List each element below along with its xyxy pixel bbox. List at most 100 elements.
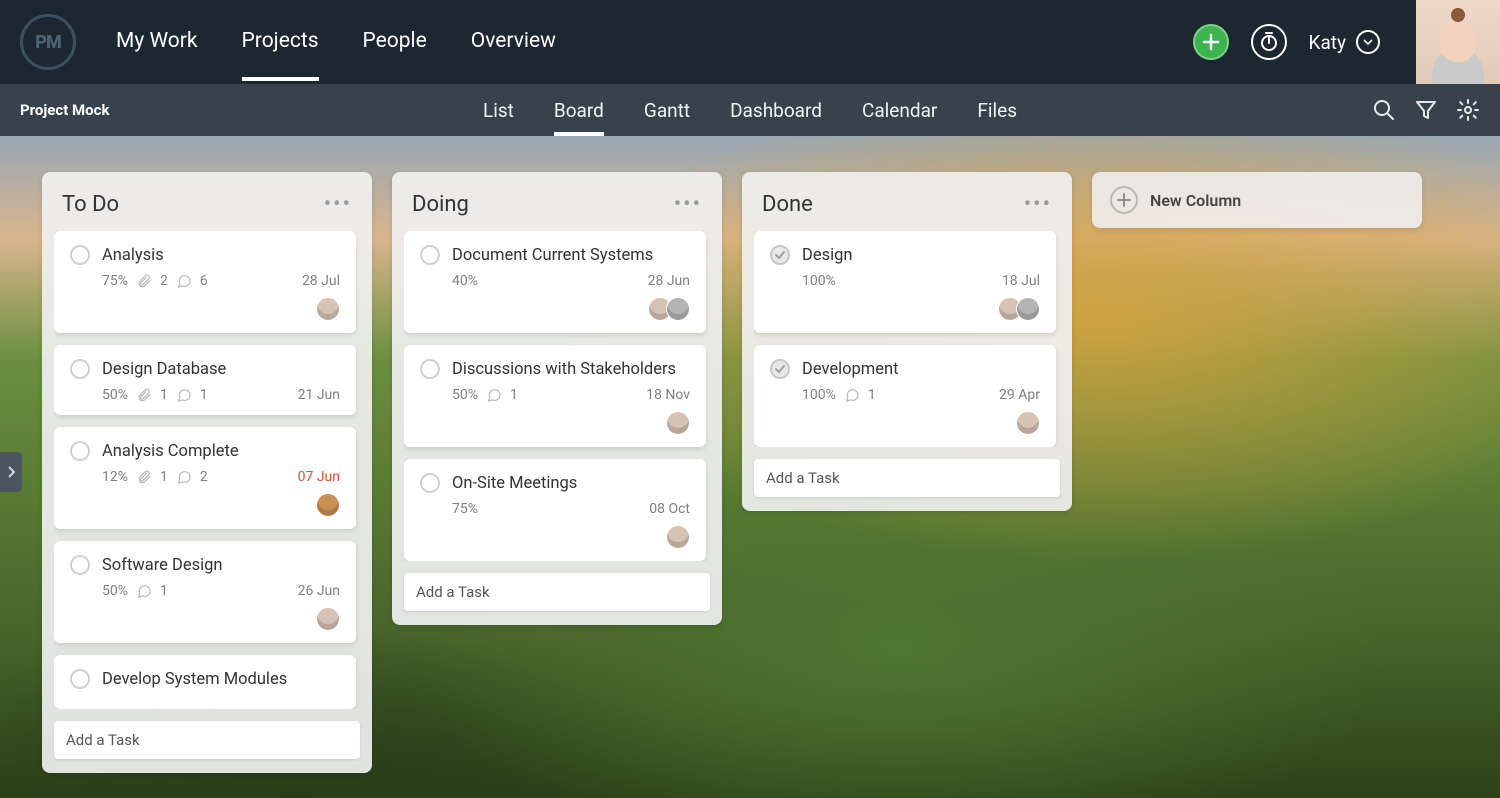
assignee-avatar <box>1016 297 1040 321</box>
task-percent: 50% <box>102 583 128 599</box>
plus-icon <box>1110 186 1138 214</box>
task-date: 18 Jul <box>1002 273 1040 289</box>
task-card[interactable]: Develop System Modules <box>54 655 356 709</box>
assignee-avatar <box>316 297 340 321</box>
gear-icon <box>1456 98 1480 122</box>
comment-icon <box>176 387 192 403</box>
attachment-count: 1 <box>160 469 168 485</box>
task-date: 07 Jun <box>298 469 340 485</box>
task-date: 26 Jun <box>298 583 340 599</box>
nav-projects[interactable]: Projects <box>242 29 319 81</box>
board-column: Doing•••Document Current Systems40%28 Ju… <box>392 172 722 625</box>
task-title: On-Site Meetings <box>452 474 577 493</box>
user-menu[interactable]: Katy <box>1309 30 1380 54</box>
task-card[interactable]: Design Database50%1121 Jun <box>54 345 356 415</box>
comment-count: 2 <box>200 469 208 485</box>
task-card[interactable]: Document Current Systems 40% 28 Jun <box>404 231 706 333</box>
status-toggle[interactable] <box>70 555 90 575</box>
assignee-avatar <box>316 607 340 631</box>
comment-icon <box>136 583 152 599</box>
expand-sidebar-button[interactable] <box>0 452 22 492</box>
paperclip-icon <box>136 469 152 485</box>
task-date: 08 Oct <box>649 501 690 517</box>
task-card[interactable]: Discussions with Stakeholders50%118 Nov <box>404 345 706 447</box>
task-card[interactable]: Analysis Complete12%1207 Jun <box>54 427 356 529</box>
comment-icon <box>486 387 502 403</box>
comment-icon <box>176 273 192 289</box>
board-column: To Do ••• Analysis75%2628 Jul Design Databa… <box>42 172 372 773</box>
tab-calendar[interactable]: Calendar <box>862 84 937 136</box>
task-date: 28 Jul <box>302 273 340 289</box>
card-list: Design100%18 JulDevelopment100%129 Apr <box>754 231 1060 447</box>
board-column: Done•••Design100%18 JulDevelopment100%12… <box>742 172 1072 511</box>
status-toggle[interactable] <box>420 473 440 493</box>
status-toggle[interactable] <box>70 669 90 689</box>
paperclip-icon <box>136 273 152 289</box>
task-date: 28 Jun <box>648 273 690 289</box>
status-toggle[interactable] <box>770 245 790 265</box>
comment-count: 1 <box>510 387 518 403</box>
paperclip-icon <box>136 387 152 403</box>
column-menu-button[interactable]: ••• <box>324 192 352 217</box>
add-task-button[interactable]: Add a Task <box>754 459 1060 497</box>
task-title: Development <box>802 360 899 379</box>
comment-count: 1 <box>200 387 208 403</box>
card-list: Document Current Systems 40% 28 Jun Discuss… <box>404 231 710 561</box>
stopwatch-icon <box>1259 32 1279 52</box>
kanban-board: To Do ••• Analysis75%2628 Jul Design Databa… <box>0 136 1500 798</box>
filter-icon <box>1414 98 1438 122</box>
new-column-button[interactable]: New Column <box>1092 172 1422 228</box>
search-icon <box>1372 98 1396 122</box>
settings-button[interactable] <box>1456 98 1480 122</box>
app-logo[interactable]: PM <box>20 14 76 70</box>
task-title: Analysis <box>102 246 164 265</box>
comment-icon <box>844 387 860 403</box>
nav-my-work[interactable]: My Work <box>116 29 198 81</box>
comment-count: 1 <box>868 387 876 403</box>
tab-files[interactable]: Files <box>977 84 1017 136</box>
task-title: Analysis Complete <box>102 442 239 461</box>
add-task-button[interactable]: Add a Task <box>404 573 710 611</box>
user-avatar[interactable] <box>1416 0 1500 84</box>
task-percent: 100% <box>802 387 836 403</box>
task-percent: 50% <box>452 387 478 403</box>
plus-icon <box>1202 33 1220 51</box>
status-toggle[interactable] <box>770 359 790 379</box>
task-title: Discussions with Stakeholders <box>452 360 676 379</box>
task-card[interactable]: On-Site Meetings75%08 Oct <box>404 459 706 561</box>
task-title: Develop System Modules <box>102 670 287 689</box>
task-title: Document Current Systems <box>452 246 653 265</box>
top-nav: PM My Work Projects People Overview Katy <box>0 0 1500 84</box>
status-toggle[interactable] <box>420 359 440 379</box>
add-button[interactable] <box>1193 24 1229 60</box>
task-title: Design <box>802 246 852 265</box>
task-card[interactable]: Design100%18 Jul <box>754 231 1056 333</box>
search-button[interactable] <box>1372 98 1396 122</box>
status-toggle[interactable] <box>70 359 90 379</box>
comment-count: 1 <box>160 583 168 599</box>
chevron-right-icon <box>7 466 15 478</box>
column-title: To Do <box>62 192 119 217</box>
check-icon <box>774 363 786 375</box>
status-toggle[interactable] <box>420 245 440 265</box>
tab-gantt[interactable]: Gantt <box>644 84 690 136</box>
task-card[interactable]: Software Design50%126 Jun <box>54 541 356 643</box>
column-menu-button[interactable]: ••• <box>674 192 702 217</box>
timer-button[interactable] <box>1251 24 1287 60</box>
tab-list[interactable]: List <box>483 84 514 136</box>
tab-dashboard[interactable]: Dashboard <box>730 84 822 136</box>
add-task-button[interactable]: Add a Task <box>54 721 360 759</box>
column-menu-button[interactable]: ••• <box>1024 192 1052 217</box>
assignee-avatar <box>316 493 340 517</box>
check-icon <box>774 249 786 261</box>
nav-people[interactable]: People <box>363 29 427 81</box>
task-card[interactable]: Analysis75%2628 Jul <box>54 231 356 333</box>
nav-overview[interactable]: Overview <box>471 29 556 81</box>
status-toggle[interactable] <box>70 245 90 265</box>
task-card[interactable]: Development100%129 Apr <box>754 345 1056 447</box>
filter-button[interactable] <box>1414 98 1438 122</box>
task-percent: 40% <box>452 273 478 289</box>
tab-board[interactable]: Board <box>554 84 604 136</box>
status-toggle[interactable] <box>70 441 90 461</box>
comment-icon <box>176 469 192 485</box>
